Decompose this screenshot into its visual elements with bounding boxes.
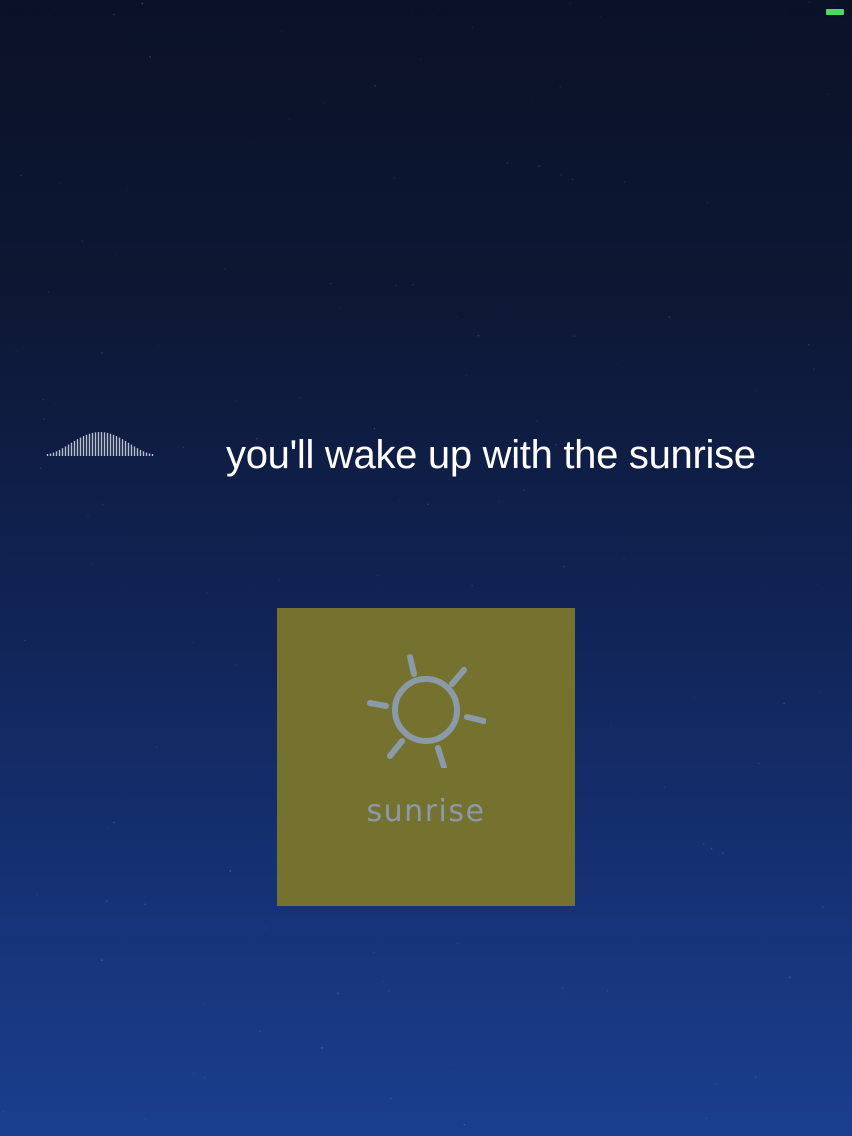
sunrise-tile[interactable]: sunrise xyxy=(277,608,575,906)
sunrise-label: sunrise xyxy=(366,794,486,829)
battery-fill xyxy=(826,9,844,15)
wake-message: you'll wake up with the sunrise xyxy=(226,433,756,477)
battery-percent: 100% xyxy=(787,5,818,19)
status-bar: Carrier 3:53 AM 100% xyxy=(0,0,852,24)
sun-icon xyxy=(367,654,486,768)
battery-icon xyxy=(824,7,849,17)
waveform-icon xyxy=(46,432,154,456)
status-time: 3:53 AM xyxy=(403,5,449,19)
starfield xyxy=(0,1,835,1135)
